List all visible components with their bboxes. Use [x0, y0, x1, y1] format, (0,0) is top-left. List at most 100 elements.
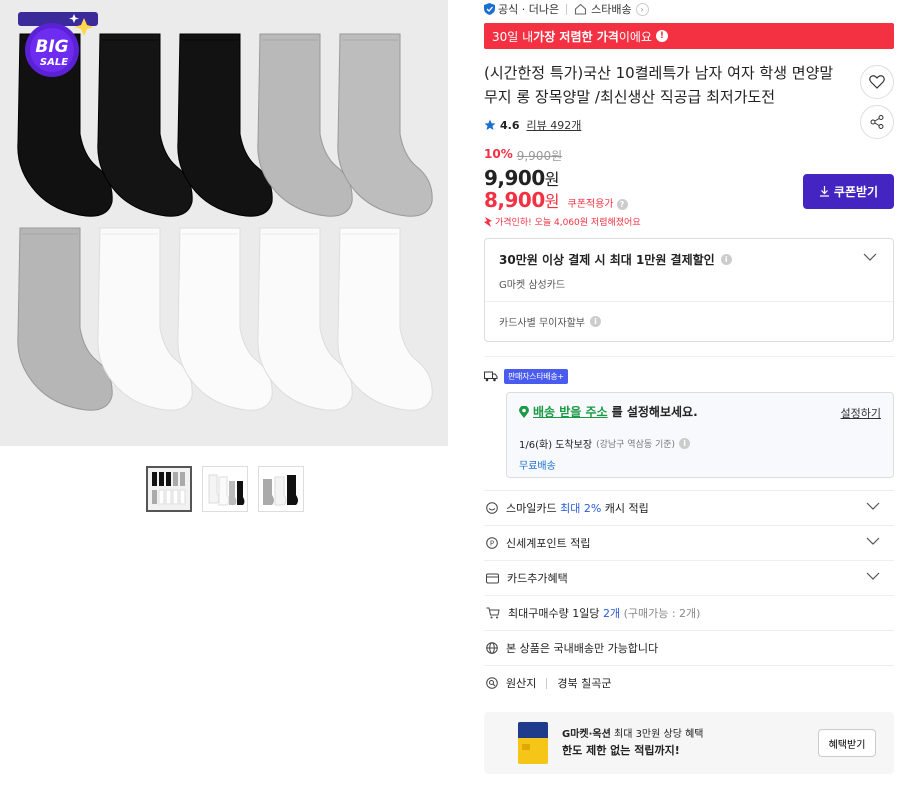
address-suffix: 를 설정해보세요.	[611, 405, 698, 419]
set-address-link[interactable]: 설정하기	[841, 405, 881, 421]
product-title: (시간한정 특가)국산 10켤레특가 남자 여자 학생 면양말 무지 롱 장목양…	[484, 64, 834, 106]
get-coupon-label: 쿠폰받기	[833, 185, 879, 199]
promo-line-1: G마켓·옥션 최대 3만원 상당 혜택	[562, 727, 704, 743]
promo-text: G마켓·옥션 최대 3만원 상당 혜택 한도 제한 없는 적립까지!	[562, 727, 704, 759]
promo-brand: G마켓·옥션	[562, 729, 611, 740]
max-qty-prefix: 최대구매수량 1일당	[508, 607, 603, 620]
membership-card-graphic	[518, 722, 548, 764]
address-link[interactable]: 배송 받을 주소	[533, 403, 608, 420]
card-discount-headline: 30만원 이상 결제 시 최대 1만원 결제할인	[499, 253, 715, 267]
smile-suffix: 캐시 적립	[601, 502, 649, 515]
domestic-only-row: 본 상품은 국내배송만 가능합니다	[484, 630, 894, 665]
installment-label: 카드사별 무이자할부	[499, 318, 585, 329]
star-icon	[484, 119, 496, 130]
rating-row: 4.6 리뷰 492개	[484, 117, 894, 133]
shield-check-icon	[484, 3, 495, 15]
question-icon[interactable]: ?	[616, 199, 628, 210]
card-extra-text: 카드추가혜택	[507, 572, 568, 585]
seller-row: 공식 · 더나은 스타배송 ›	[484, 0, 894, 19]
card-discount-headline-row: 30만원 이상 결제 시 최대 1만원 결제할인 i	[499, 251, 879, 268]
promo-line1-rest: 최대 3만원 상당 혜택	[610, 729, 704, 740]
shipping-label-row: 판매자스타배송+	[484, 369, 894, 384]
sale-price-unit: 원	[544, 170, 560, 189]
thumbnail-strip	[146, 466, 304, 512]
max-quantity-text: 최대구매수량 1일당 2개 (구매가능 : 2개)	[508, 605, 700, 621]
smile-card-text: 스마일카드 최대 2% 캐시 적립	[506, 500, 649, 516]
share-icon	[870, 115, 884, 129]
original-price: 9,900원	[516, 149, 563, 163]
address-prompt: 배송 받을 주소 를 설정해보세요.	[519, 403, 881, 420]
max-qty-highlight: 2개	[602, 607, 621, 620]
rating-score: 4.6	[500, 118, 520, 132]
origin-divider	[546, 677, 548, 689]
store-link[interactable]: 스타배송 ›	[574, 1, 649, 17]
smile-highlight: 최대 2%	[560, 502, 602, 515]
question-icon[interactable]: i	[679, 438, 691, 449]
thumbnail-2[interactable]	[202, 466, 248, 512]
membership-promo: G마켓·옥션 최대 3만원 상당 혜택 한도 제한 없는 적립까지! 혜택받기	[484, 712, 894, 774]
thumbnail-1-image	[148, 468, 190, 510]
origin-value: 경북 칠곡군	[557, 677, 612, 690]
question-icon[interactable]: i	[589, 316, 601, 327]
thumbnail-3[interactable]	[258, 466, 304, 512]
price-drop-text: 가격인하! 오늘 4,060원 저렴해졌어요	[495, 218, 641, 228]
section-divider	[484, 356, 894, 357]
title-block: (시간한정 특가)국산 10켤레특가 남자 여자 학생 면양말 무지 롱 장목양…	[484, 61, 894, 139]
discount-line: 10% 9,900원	[484, 147, 894, 164]
sale-price-value: 9,900	[484, 166, 545, 190]
banner-prefix: 30일 내	[492, 29, 534, 44]
eta-basis: (강남구 역삼동 기준)	[596, 440, 676, 450]
smile-card-row[interactable]: 스마일카드 최대 2% 캐시 적립	[484, 490, 894, 525]
origin-label: 원산지	[506, 677, 537, 690]
card-discount-box: 30만원 이상 결제 시 최대 1만원 결제할인 i G마켓 삼성카드 카드사별…	[484, 238, 894, 342]
home-icon	[575, 3, 587, 15]
card-extra-row[interactable]: 카드추가혜택	[484, 560, 894, 595]
installment-row[interactable]: 카드사별 무이자할부 i	[485, 302, 893, 341]
download-icon	[819, 186, 829, 197]
thumbnail-3-image	[259, 467, 303, 511]
chevron-down-icon	[866, 502, 880, 510]
product-main-image[interactable]: BIG SALE	[0, 0, 448, 446]
membership-card-image	[518, 722, 548, 764]
chevron-down-icon	[866, 572, 880, 580]
location-pin-icon	[519, 405, 529, 418]
star-delivery-badge: 판매자스타배송+	[504, 369, 568, 384]
share-button[interactable]	[860, 105, 894, 139]
eta-main: 1/6(화) 도착보장	[519, 440, 593, 451]
heart-icon	[869, 75, 885, 89]
shinsegae-point-row[interactable]: P 신세계포인트 적립	[484, 525, 894, 560]
smile-icon	[486, 502, 498, 514]
chevron-right-icon: ›	[635, 2, 649, 16]
wishlist-button[interactable]	[860, 65, 894, 99]
free-shipping: 무료배송	[519, 461, 556, 472]
get-coupon-button[interactable]: 쿠폰받기	[803, 174, 894, 209]
smile-prefix: 스마일카드	[506, 502, 561, 515]
search-origin-icon	[486, 677, 498, 689]
shipping-box: 배송 받을 주소 를 설정해보세요. 설정하기 1/6(화) 도착보장 (강남구…	[506, 392, 894, 478]
lowest-price-banner: 30일 내 가장 저렴한 가격 이에요 !	[484, 23, 894, 49]
get-benefit-button[interactable]: 혜택받기	[818, 729, 876, 757]
thumbnail-2-image	[203, 467, 247, 511]
thumbnail-1[interactable]	[146, 466, 192, 512]
promo-line-2: 한도 제한 없는 적립까지!	[562, 744, 680, 757]
origin-row: 원산지 경북 칠곡군	[484, 665, 894, 700]
benefit-list: 스마일카드 최대 2% 캐시 적립 P 신세계포인트 적립 카드추가혜택 최대구…	[484, 490, 894, 700]
arrow-down-icon	[484, 216, 492, 227]
review-count-link[interactable]: 리뷰 492개	[527, 117, 582, 133]
max-qty-suffix: (구매가능 : 2개)	[620, 607, 701, 620]
discount-percent: 10%	[484, 147, 513, 161]
globe-icon	[486, 642, 498, 654]
card-issuer: G마켓 삼성카드	[499, 280, 566, 291]
domestic-text: 본 상품은 국내배송만 가능합니다	[506, 642, 659, 655]
chevron-down-icon	[863, 253, 877, 261]
card-discount-toggle[interactable]: 30만원 이상 결제 시 최대 1만원 결제할인 i G마켓 삼성카드	[485, 239, 893, 302]
question-icon[interactable]: i	[720, 254, 732, 265]
badge-text-big: BIG	[35, 37, 68, 57]
coupon-price-value: 8,900	[484, 188, 545, 212]
max-quantity-row: 최대구매수량 1일당 2개 (구매가능 : 2개)	[484, 595, 894, 630]
product-info-panel: 공식 · 더나은 스타배송 › 30일 내 가장 저렴한 가격 이에요 ! (시…	[484, 0, 894, 774]
official-store-link[interactable]: 공식 · 더나은	[484, 1, 559, 17]
big-sale-badge: BIG SALE	[18, 12, 98, 77]
banner-suffix: 이에요	[618, 29, 652, 44]
info-icon[interactable]: !	[655, 30, 668, 42]
